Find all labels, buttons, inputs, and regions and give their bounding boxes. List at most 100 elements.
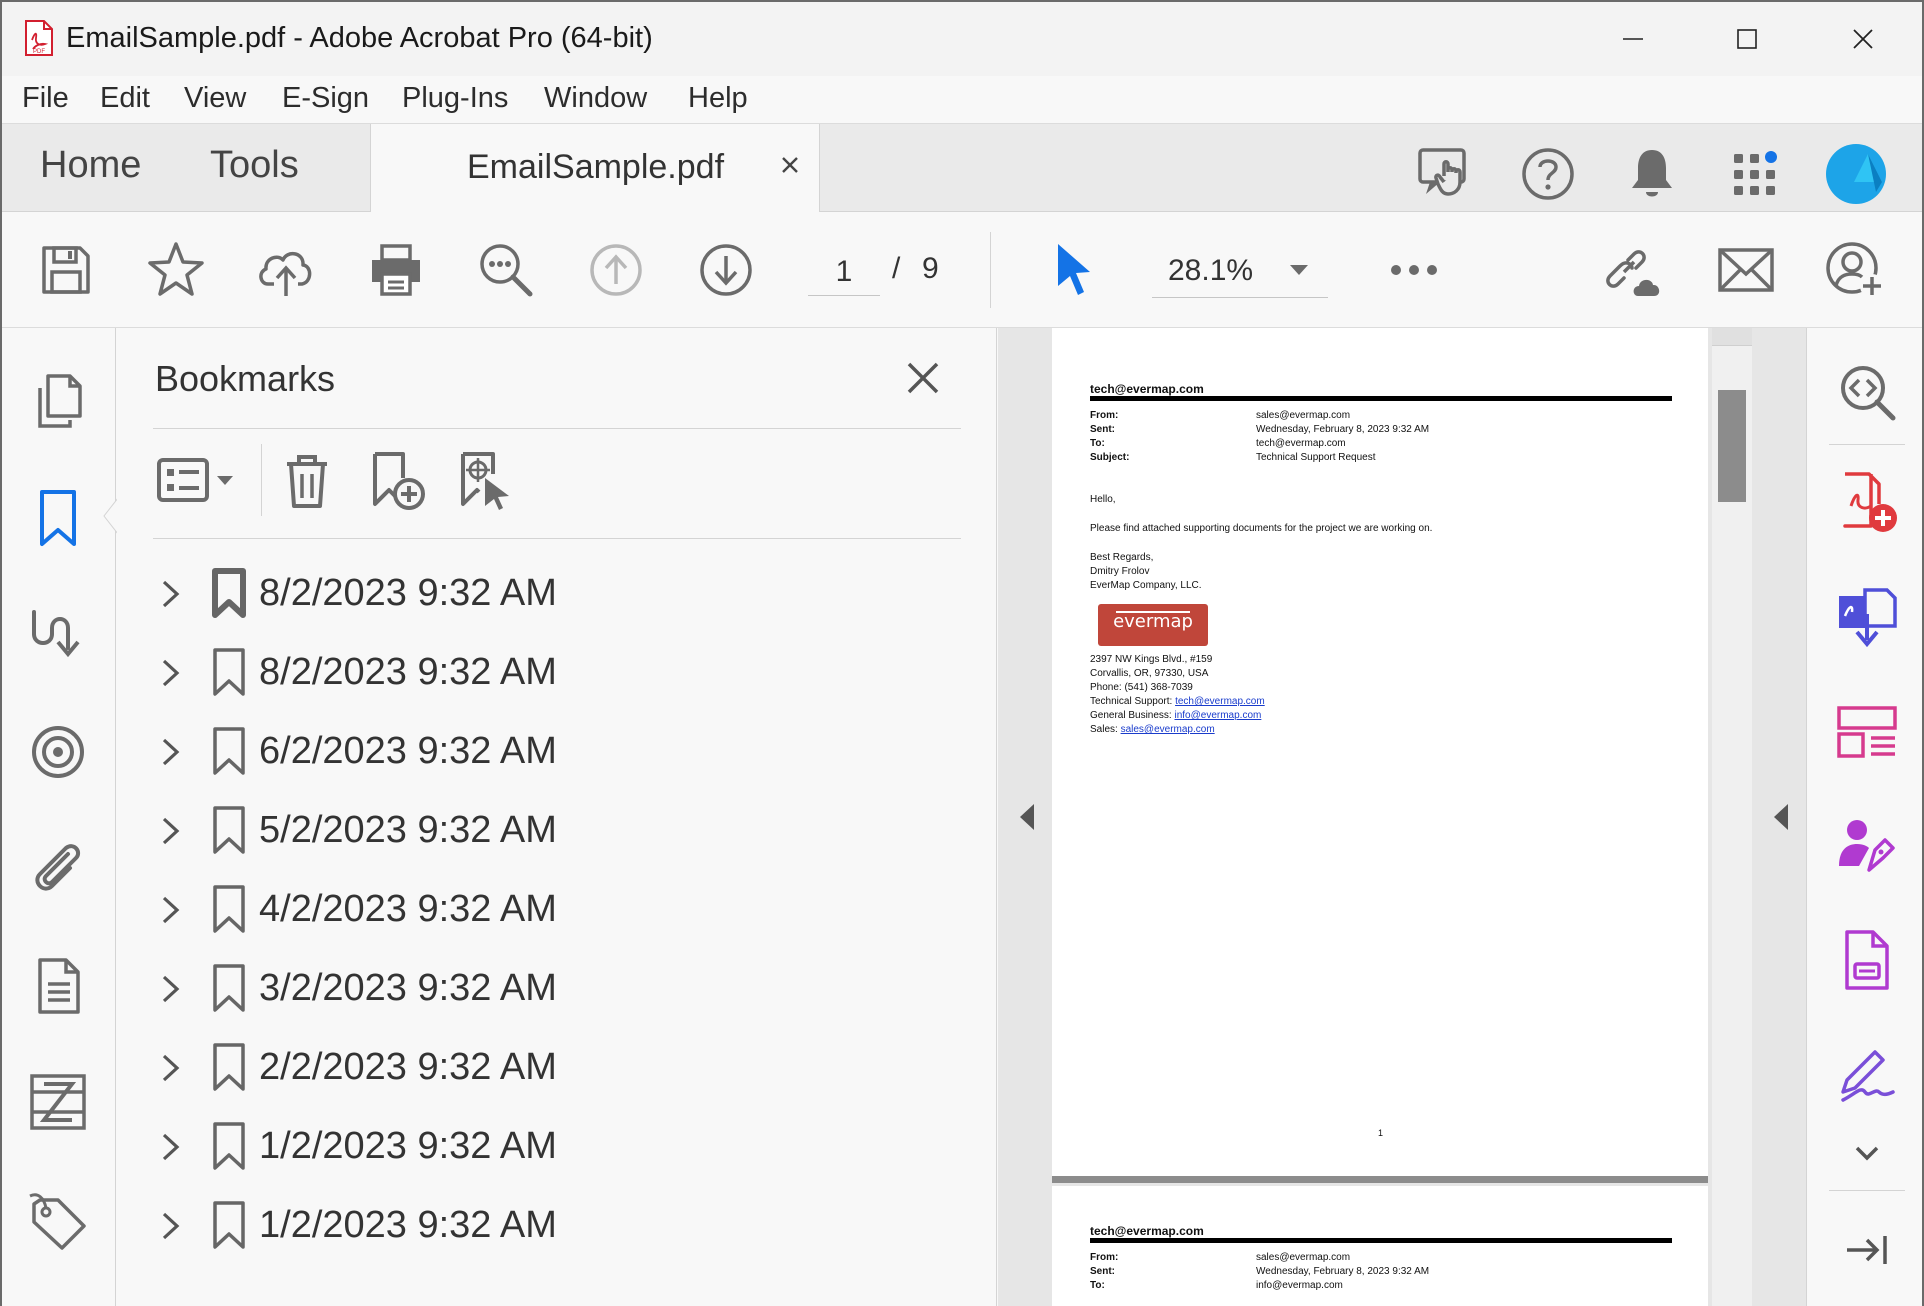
tab-tools[interactable]: Tools (210, 144, 299, 187)
bookmark-item[interactable]: 2/2/2023 9:32 AM (141, 1032, 961, 1102)
close-panel-icon[interactable] (903, 358, 943, 398)
page-separator-bar (1052, 1176, 1708, 1183)
bookmark-item[interactable]: 6/2/2023 9:32 AM (141, 716, 961, 786)
active-panel-pointer (102, 497, 119, 535)
page-number-input[interactable]: 1 (808, 248, 880, 296)
bookmark-item[interactable]: 4/2/2023 9:32 AM (141, 874, 961, 944)
bookmarks-panel-icon[interactable] (26, 486, 90, 550)
menu-file[interactable]: File (22, 82, 69, 115)
chevron-right-icon[interactable] (159, 734, 183, 770)
add-user-icon[interactable] (1824, 238, 1888, 302)
print-icon[interactable] (364, 238, 428, 302)
toolbar-separator (261, 444, 262, 516)
zoom-dropdown[interactable]: 28.1% (1152, 242, 1328, 298)
support-label: Technical Support: (1090, 696, 1173, 707)
create-pdf-icon[interactable] (1835, 470, 1899, 534)
add-bookmark-icon[interactable] (365, 448, 429, 512)
scrollbar-thumb[interactable] (1718, 390, 1746, 502)
email-icon[interactable] (1714, 238, 1778, 302)
notifications-bell-icon[interactable] (1620, 142, 1684, 206)
email-greeting: Hello, (1090, 494, 1116, 505)
content-reflow-icon[interactable] (26, 1070, 90, 1134)
bookmark-label: 1/2/2023 9:32 AM (259, 1125, 557, 1167)
page-document-icon[interactable] (26, 954, 90, 1018)
page-count: 9 (922, 252, 939, 285)
chevron-right-icon[interactable] (159, 892, 183, 928)
chevron-right-icon[interactable] (159, 1208, 183, 1244)
user-avatar[interactable] (1824, 142, 1888, 206)
layers-target-icon[interactable] (26, 720, 90, 784)
email-signer: Dmitry Frolov (1090, 566, 1150, 577)
business-email-link[interactable]: info@evermap.com (1175, 710, 1262, 721)
bookmark-item[interactable]: 8/2/2023 9:32 AM (141, 558, 961, 628)
email-header: tech@evermap.com (1090, 382, 1204, 396)
fill-and-sign-icon[interactable] (1835, 1042, 1899, 1106)
delete-bookmark-icon[interactable] (275, 448, 339, 512)
bookmark-item[interactable]: 1/2/2023 9:32 AM (141, 1111, 961, 1181)
close-window-button[interactable] (1818, 14, 1908, 64)
chevron-right-icon[interactable] (159, 813, 183, 849)
bookmark-star-icon[interactable] (144, 238, 208, 302)
select-cursor-icon[interactable] (1042, 238, 1106, 302)
bookmark-item[interactable]: 1/2/2023 9:32 AM (141, 1190, 961, 1260)
bookmark-label: 3/2/2023 9:32 AM (259, 967, 557, 1009)
address-line-2: Corvallis, OR, 97330, USA (1090, 668, 1209, 679)
export-pdf-icon[interactable] (1835, 586, 1899, 650)
collapse-right-panel-icon[interactable] (1772, 802, 1790, 832)
bookmark-icon (211, 1200, 247, 1250)
bookmark-options-icon[interactable] (155, 448, 237, 512)
more-tools-icon[interactable] (1382, 238, 1446, 302)
previous-page-icon[interactable] (584, 238, 648, 302)
upload-cloud-icon[interactable] (254, 238, 318, 302)
maximize-button[interactable] (1702, 14, 1792, 64)
chevron-right-icon[interactable] (159, 576, 183, 612)
support-email-link[interactable]: tech@evermap.com (1175, 696, 1265, 707)
order-tab-icon[interactable] (26, 602, 90, 666)
page-thumbnails-icon[interactable] (26, 370, 90, 434)
bookmark-item[interactable]: 8/2/2023 9:32 AM (141, 637, 961, 707)
tab-home[interactable]: Home (40, 144, 141, 187)
bookmark-destination-icon[interactable] (453, 448, 517, 512)
save-icon[interactable] (34, 238, 98, 302)
toolbar-divider (990, 232, 991, 308)
edit-pdf-icon[interactable] (1835, 700, 1899, 764)
bookmark-icon (211, 647, 247, 697)
menu-view[interactable]: View (184, 82, 246, 115)
tags-icon[interactable] (26, 1188, 90, 1252)
minimize-button[interactable] (1588, 14, 1678, 64)
compress-pdf-icon[interactable] (1835, 928, 1899, 992)
menu-plugins[interactable]: Plug-Ins (402, 82, 508, 115)
chevron-right-icon[interactable] (159, 971, 183, 1007)
bookmark-item[interactable]: 3/2/2023 9:32 AM (141, 953, 961, 1023)
request-signatures-icon[interactable] (1835, 814, 1899, 878)
tab-document[interactable]: EmailSample.pdf (370, 124, 820, 213)
share-feedback-icon[interactable] (1414, 142, 1478, 206)
tab-bar: Home Tools EmailSample.pdf (2, 124, 1922, 213)
menu-esign[interactable]: E-Sign (282, 82, 369, 115)
next-page-icon[interactable] (694, 238, 758, 302)
document-view[interactable]: tech@evermap.com From: sales@evermap.com… (998, 328, 1806, 1306)
menu-window[interactable]: Window (544, 82, 647, 115)
chevron-right-icon[interactable] (159, 655, 183, 691)
chevron-right-icon[interactable] (159, 1050, 183, 1086)
bookmark-item[interactable]: 5/2/2023 9:32 AM (141, 795, 961, 865)
apps-grid-icon[interactable] (1722, 142, 1786, 206)
chevron-right-icon[interactable] (159, 1129, 183, 1165)
menu-help[interactable]: Help (688, 82, 748, 115)
sales-email-link[interactable]: sales@evermap.com (1121, 724, 1215, 735)
find-text-icon[interactable] (474, 238, 538, 302)
zoom-search-icon[interactable] (1835, 360, 1899, 424)
vertical-scrollbar[interactable] (1712, 328, 1752, 1306)
title-bar: PDF EmailSample.pdf - Adobe Acrobat Pro … (2, 2, 1922, 76)
attachments-paperclip-icon[interactable] (26, 836, 90, 900)
close-tab-icon[interactable] (775, 150, 805, 180)
menu-edit[interactable]: Edit (100, 82, 150, 115)
expand-tools-chevron-icon[interactable] (1835, 1136, 1899, 1176)
help-icon[interactable] (1516, 142, 1580, 206)
collapse-tools-pane-icon[interactable] (1835, 1218, 1899, 1282)
share-link-icon[interactable] (1602, 238, 1666, 302)
sales-label: Sales: (1090, 724, 1118, 735)
bookmarks-title: Bookmarks (155, 358, 336, 399)
address-line-1: 2397 NW Kings Blvd., #159 (1090, 654, 1213, 665)
collapse-left-panel-icon[interactable] (1018, 802, 1036, 832)
